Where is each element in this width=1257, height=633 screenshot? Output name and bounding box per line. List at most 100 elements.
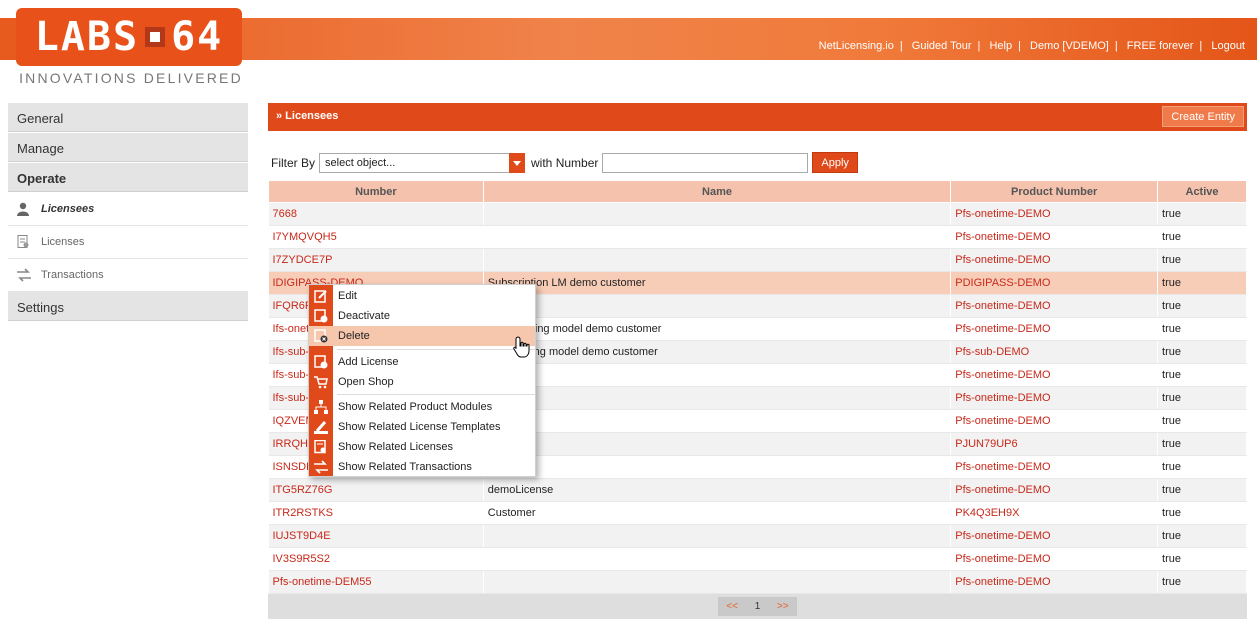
nav-logout[interactable]: Logout: [1211, 40, 1245, 52]
cell-number[interactable]: IUJST9D4E: [268, 524, 484, 548]
cell-active: true: [1157, 455, 1247, 479]
menu-item-label: Show Related Transactions: [338, 461, 472, 473]
with-number-label: with Number: [531, 155, 599, 170]
cell-product-number[interactable]: Pfs-sub-DEMO: [950, 340, 1159, 364]
cell-number[interactable]: I7YMQVQH5: [268, 225, 484, 249]
sidebar-section-operate[interactable]: Operate: [8, 163, 248, 192]
cell-product-number[interactable]: PJUN79UP6: [950, 432, 1159, 456]
sidebar-section-settings[interactable]: Settings: [8, 292, 248, 321]
cell-product-number[interactable]: Pfs-onetime-DEMO: [950, 294, 1159, 318]
sidebar-item-label: Transactions: [41, 269, 104, 281]
table-row[interactable]: ITG5RZ76G demoLicense Pfs-onetime-DEMO true: [268, 478, 1247, 502]
cell-product-number[interactable]: Pfs-onetime-DEMO: [950, 248, 1159, 272]
logo-right-text: 64: [171, 14, 224, 60]
nav-free-forever[interactable]: FREE forever: [1127, 40, 1194, 52]
product-modules-icon: [314, 400, 328, 414]
menu-item-show-licenses[interactable]: Show Related Licenses: [309, 437, 535, 457]
cell-number[interactable]: ITR2RSTKS: [268, 501, 484, 525]
menu-item-add-license[interactable]: Add License: [309, 352, 535, 372]
menu-item-deactivate[interactable]: Deactivate: [309, 306, 535, 326]
sidebar-item-label: Licensees: [41, 203, 95, 215]
license-icon: [16, 235, 32, 249]
chevron-down-icon[interactable]: [509, 152, 526, 173]
cell-product-number[interactable]: Pfs-onetime-DEMO: [950, 363, 1159, 387]
cell-product-number[interactable]: Pfs-onetime-DEMO: [950, 570, 1159, 594]
cell-name: [483, 524, 952, 548]
create-entity-button[interactable]: Create Entity: [1162, 106, 1244, 127]
cell-product-number[interactable]: Pfs-onetime-DEMO: [950, 386, 1159, 410]
menu-item-edit[interactable]: Edit: [309, 286, 535, 306]
table-row[interactable]: I7ZYDCE7P Pfs-onetime-DEMO true: [268, 248, 1247, 272]
cell-number[interactable]: Pfs-onetime-DEM55: [268, 570, 484, 594]
cell-number[interactable]: I7ZYDCE7P: [268, 248, 484, 272]
menu-separator: [337, 349, 535, 350]
cell-name: on based: [483, 432, 952, 456]
pager-next-button[interactable]: >>: [777, 601, 789, 612]
top-navigation: NetLicensing.io | Guided Tour | Help | Demo…: [818, 40, 1245, 52]
table-row[interactable]: I7YMQVQH5 Pfs-onetime-DEMO true: [268, 225, 1247, 249]
menu-item-show-license-templates[interactable]: Show Related License Templates: [309, 417, 535, 437]
cell-name: [483, 547, 952, 571]
cell-product-number[interactable]: Pfs-onetime-DEMO: [950, 225, 1159, 249]
sidebar-section-general[interactable]: General: [8, 103, 248, 132]
sidebar-item-licensees[interactable]: Licensees: [8, 193, 248, 226]
cell-active: true: [1157, 386, 1247, 410]
cell-name: [483, 455, 952, 479]
cell-name: [483, 570, 952, 594]
sidebar-item-transactions[interactable]: Transactions: [8, 259, 248, 292]
menu-item-open-shop[interactable]: Open Shop: [309, 372, 535, 392]
number-filter-input[interactable]: [602, 152, 809, 173]
column-header-active[interactable]: Active: [1157, 180, 1247, 203]
cell-product-number[interactable]: PK4Q3EH9X: [950, 501, 1159, 525]
cell-number[interactable]: ITG5RZ76G: [268, 478, 484, 502]
nav-help[interactable]: Help: [989, 40, 1012, 52]
cell-product-number[interactable]: Pfs-onetime-DEMO: [950, 524, 1159, 548]
column-header-product-number[interactable]: Product Number: [950, 180, 1159, 203]
cell-number[interactable]: IV3S9R5S2: [268, 547, 484, 571]
cell-name: demoLicense: [483, 478, 952, 502]
sidebar-section-manage[interactable]: Manage: [8, 133, 248, 162]
sidebar-item-licenses[interactable]: Licenses: [8, 226, 248, 259]
cell-product-number[interactable]: Pfs-onetime-DEMO: [950, 478, 1159, 502]
filter-row: Filter By select object... with Number A…: [271, 152, 858, 173]
table-row[interactable]: 7668 Pfs-onetime-DEMO true: [268, 202, 1247, 226]
cell-active: true: [1157, 271, 1247, 295]
cell-number[interactable]: 7668: [268, 202, 484, 226]
pagination-bar: << 1 >>: [268, 594, 1247, 619]
menu-item-label: Show Related Licenses: [338, 441, 453, 453]
header: LABS 64 INNOVATIONS DELIVERED NetLicensi…: [0, 0, 1257, 100]
table-row[interactable]: ITR2RSTKS Customer PK4Q3EH9X true: [268, 501, 1247, 525]
delete-icon: [314, 329, 328, 343]
cell-product-number[interactable]: Pfs-onetime-DEMO: [950, 202, 1159, 226]
apply-button[interactable]: Apply: [812, 152, 858, 173]
table-row[interactable]: IV3S9R5S2 Pfs-onetime-DEMO true: [268, 547, 1247, 571]
cell-product-number[interactable]: PDIGIPASS-DEMO: [950, 271, 1159, 295]
cell-active: true: [1157, 478, 1247, 502]
menu-item-label: Show Related Product Modules: [338, 401, 493, 413]
cell-name: [483, 409, 952, 433]
menu-item-show-transactions[interactable]: Show Related Transactions: [309, 457, 535, 477]
hand-cursor-icon: [513, 336, 530, 358]
menu-item-label: Edit: [338, 290, 357, 302]
cell-product-number[interactable]: Pfs-onetime-DEMO: [950, 317, 1159, 341]
nav-netlicensing[interactable]: NetLicensing.io: [819, 40, 894, 52]
cell-product-number[interactable]: Pfs-onetime-DEMO: [950, 547, 1159, 571]
cell-name: on licensing model demo customer: [483, 340, 952, 364]
column-header-number[interactable]: Number: [268, 180, 484, 203]
pager-current-page[interactable]: 1: [755, 601, 761, 612]
logo[interactable]: LABS 64: [16, 8, 242, 66]
nav-guided-tour[interactable]: Guided Tour: [912, 40, 972, 52]
pager-prev-button[interactable]: <<: [726, 601, 738, 612]
nav-demo-account[interactable]: Demo [VDEMO]: [1030, 40, 1109, 52]
logo-square-icon: [145, 27, 166, 47]
table-row[interactable]: IUJST9D4E Pfs-onetime-DEMO true: [268, 524, 1247, 548]
filter-object-select[interactable]: select object...: [319, 152, 526, 173]
cell-product-number[interactable]: Pfs-onetime-DEMO: [950, 455, 1159, 479]
menu-item-show-product-modules[interactable]: Show Related Product Modules: [309, 397, 535, 417]
cell-active: true: [1157, 340, 1247, 364]
cell-product-number[interactable]: Pfs-onetime-DEMO: [950, 409, 1159, 433]
table-row[interactable]: Pfs-onetime-DEM55 Pfs-onetime-DEMO true: [268, 570, 1247, 594]
menu-separator: [337, 394, 535, 395]
column-header-name[interactable]: Name: [482, 180, 952, 203]
menu-item-delete[interactable]: Delete: [309, 326, 535, 346]
